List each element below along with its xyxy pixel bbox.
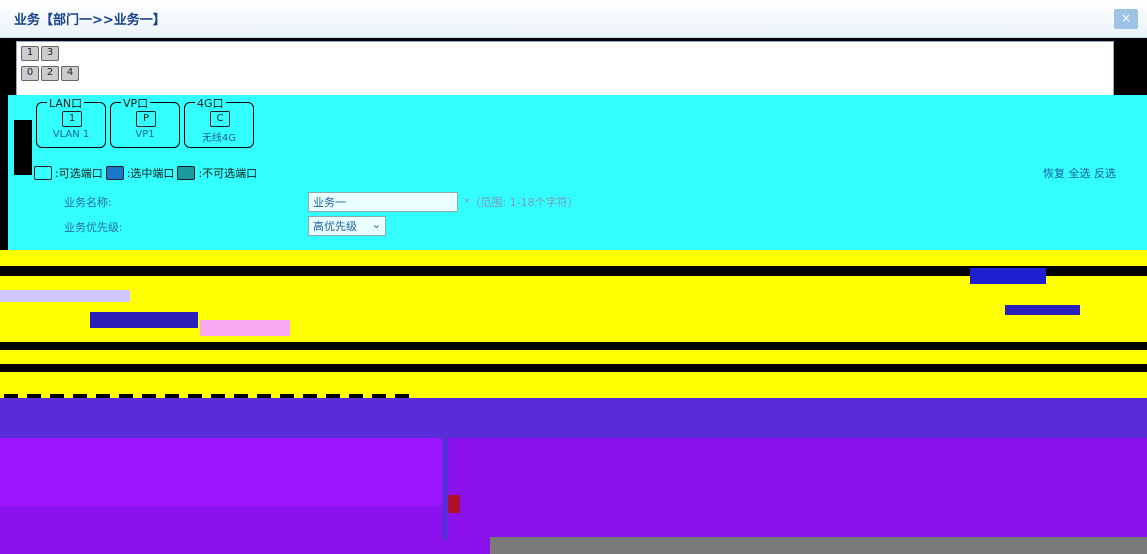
port-row-top: 1 3 bbox=[21, 46, 59, 61]
left-edge-block bbox=[14, 120, 32, 175]
red-glitch bbox=[448, 495, 460, 513]
port-2[interactable]: 2 bbox=[41, 66, 59, 81]
violet-block bbox=[0, 438, 445, 506]
port-icon: C bbox=[210, 111, 230, 127]
vp1-label: VP1 bbox=[135, 129, 155, 140]
port-panel: 1 3 0 2 4 bbox=[16, 41, 1114, 101]
purple-header-band bbox=[0, 398, 1147, 438]
port-1[interactable]: 1 bbox=[21, 46, 39, 61]
port-icon: P bbox=[136, 111, 156, 127]
window-title: 业务【部门一>>业务一】 bbox=[14, 13, 166, 28]
business-name-input[interactable]: 业务一 bbox=[308, 192, 458, 212]
legend-selectable: :可选端口 bbox=[55, 167, 103, 180]
wireless-4g-port[interactable]: C 无线4G bbox=[190, 105, 248, 149]
port-3[interactable]: 3 bbox=[41, 46, 59, 61]
chevron-down-icon: ⌄ bbox=[371, 218, 381, 231]
priority-value: 高优先级 bbox=[313, 220, 357, 233]
left-edge-bar bbox=[0, 95, 8, 250]
port-legend: :可选端口 :选中端口 :不可选端口 bbox=[34, 165, 257, 181]
selected-port-icon bbox=[105, 166, 124, 180]
close-button[interactable]: × bbox=[1114, 9, 1138, 29]
pink-block bbox=[200, 320, 290, 336]
vlan1-port[interactable]: 1 VLAN 1 bbox=[42, 105, 100, 149]
window-title-bar: 业务【部门一>>业务一】 × bbox=[0, 0, 1147, 38]
business-name-label: 业务名称: bbox=[64, 196, 112, 209]
bottom-grey-bar bbox=[490, 537, 1147, 554]
port-4[interactable]: 4 bbox=[61, 66, 79, 81]
black-band-2 bbox=[0, 342, 1147, 350]
lavender-block bbox=[0, 290, 130, 302]
blue-block-2 bbox=[90, 312, 198, 328]
business-name-hint: *（范围: 1-18个字符） bbox=[464, 196, 579, 209]
vlan1-label: VLAN 1 bbox=[52, 129, 90, 140]
vp1-port[interactable]: P VP1 bbox=[116, 105, 174, 149]
blue-block-3 bbox=[1005, 305, 1080, 315]
blue-block bbox=[970, 268, 1046, 284]
port-icon: 1 bbox=[62, 111, 82, 127]
vp-port-group: VP口 P VP1 bbox=[110, 95, 180, 149]
black-band-3 bbox=[0, 364, 1147, 372]
selectable-port-icon bbox=[34, 166, 52, 180]
priority-select[interactable]: 高优先级 ⌄ bbox=[308, 216, 386, 236]
unselectable-port-icon bbox=[177, 166, 196, 180]
wireless-4g-label: 无线4G bbox=[201, 133, 237, 144]
legend-actions[interactable]: 恢复 全选 反选 bbox=[1043, 165, 1116, 181]
priority-label: 业务优先级: bbox=[64, 221, 123, 234]
lan-port-group: LAN口 1 VLAN 1 bbox=[36, 95, 106, 149]
4g-port-group: 4G口 C 无线4G bbox=[184, 95, 254, 149]
legend-selected: :选中端口 bbox=[126, 167, 175, 180]
divider-strip bbox=[442, 430, 448, 540]
port-0[interactable]: 0 bbox=[21, 66, 39, 81]
port-row-bottom: 0 2 4 bbox=[21, 66, 79, 81]
legend-unselectable: :不可选端口 bbox=[198, 167, 258, 180]
